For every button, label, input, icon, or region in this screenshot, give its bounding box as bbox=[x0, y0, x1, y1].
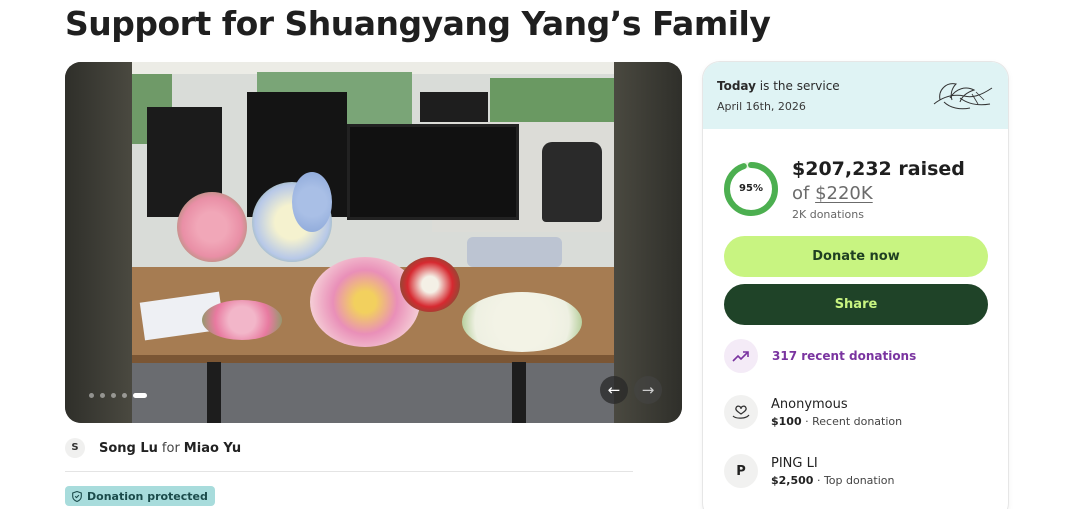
donor-avatar: P bbox=[724, 454, 758, 488]
raised-amount: $207,232 bbox=[792, 158, 892, 180]
service-date: April 16th, 2026 bbox=[717, 100, 806, 113]
organizer-avatar[interactable]: S bbox=[65, 438, 85, 458]
recent-donations-label: 317 recent donations bbox=[772, 349, 917, 363]
donate-now-button[interactable]: Donate now bbox=[724, 236, 988, 277]
trending-up-icon bbox=[724, 339, 758, 373]
donor-name: Anonymous bbox=[771, 396, 848, 412]
donation-protected-badge[interactable]: Donation protected bbox=[65, 486, 215, 506]
donor-note: · Recent donation bbox=[801, 414, 903, 428]
donor-amount: $2,500 bbox=[771, 473, 814, 487]
progress-percent: 95% bbox=[739, 183, 763, 194]
service-today-line: Today is the service bbox=[717, 79, 840, 93]
gallery-dot[interactable] bbox=[122, 393, 127, 398]
goal-prefix: of bbox=[792, 183, 816, 204]
share-button[interactable]: Share bbox=[724, 284, 988, 325]
gallery-pagination bbox=[89, 393, 147, 398]
service-suffix: is the service bbox=[755, 79, 840, 93]
divider bbox=[65, 471, 633, 472]
donation-sidebar: Today is the service April 16th, 2026 95… bbox=[702, 61, 1009, 509]
page-title: Support for Shuangyang Yang’s Family bbox=[65, 4, 771, 43]
lily-flower-icon bbox=[933, 83, 993, 110]
beneficiary-name[interactable]: Miao Yu bbox=[184, 441, 241, 456]
photo-gallery[interactable]: ← → bbox=[65, 62, 682, 423]
arrow-left-icon: ← bbox=[607, 381, 621, 399]
donor-meta: $2,500 · Top donation bbox=[771, 474, 895, 487]
donation-item: P PING LI $2,500 · Top donation bbox=[724, 454, 895, 488]
service-banner: Today is the service April 16th, 2026 bbox=[703, 62, 1008, 129]
heart-hand-icon bbox=[724, 395, 758, 429]
organizer-line: S Song Lu for Miao Yu bbox=[65, 437, 241, 459]
gallery-dot[interactable] bbox=[111, 393, 116, 398]
recent-donations-link[interactable]: 317 recent donations bbox=[724, 339, 916, 373]
arrow-right-icon: → bbox=[641, 381, 655, 399]
gallery-prev-button[interactable]: ← bbox=[600, 376, 628, 404]
donation-item: Anonymous $100 · Recent donation bbox=[724, 395, 902, 429]
raised-suffix: raised bbox=[891, 158, 965, 180]
badge-label: Donation protected bbox=[87, 489, 208, 503]
gallery-blur-left bbox=[65, 62, 132, 423]
goal-line: of $220K bbox=[792, 183, 873, 204]
organizer-name[interactable]: Song Lu bbox=[99, 441, 158, 456]
raised-amount-line: $207,232 raised bbox=[792, 158, 965, 180]
goal-amount[interactable]: $220K bbox=[815, 183, 873, 204]
donor-note: · Top donation bbox=[813, 473, 895, 487]
donor-name: PING LI bbox=[771, 455, 818, 471]
today-label: Today bbox=[717, 79, 756, 93]
gallery-photo bbox=[132, 62, 614, 423]
gallery-dot-active[interactable] bbox=[133, 393, 147, 398]
donor-meta: $100 · Recent donation bbox=[771, 415, 902, 428]
organizer-for-text: for bbox=[161, 440, 180, 456]
donation-count: 2K donations bbox=[792, 208, 864, 221]
shield-icon bbox=[72, 490, 82, 502]
gallery-dot[interactable] bbox=[100, 393, 105, 398]
gallery-next-button[interactable]: → bbox=[634, 376, 662, 404]
donor-amount: $100 bbox=[771, 414, 802, 428]
gallery-dot[interactable] bbox=[89, 393, 94, 398]
gallery-blur-right bbox=[614, 62, 682, 423]
